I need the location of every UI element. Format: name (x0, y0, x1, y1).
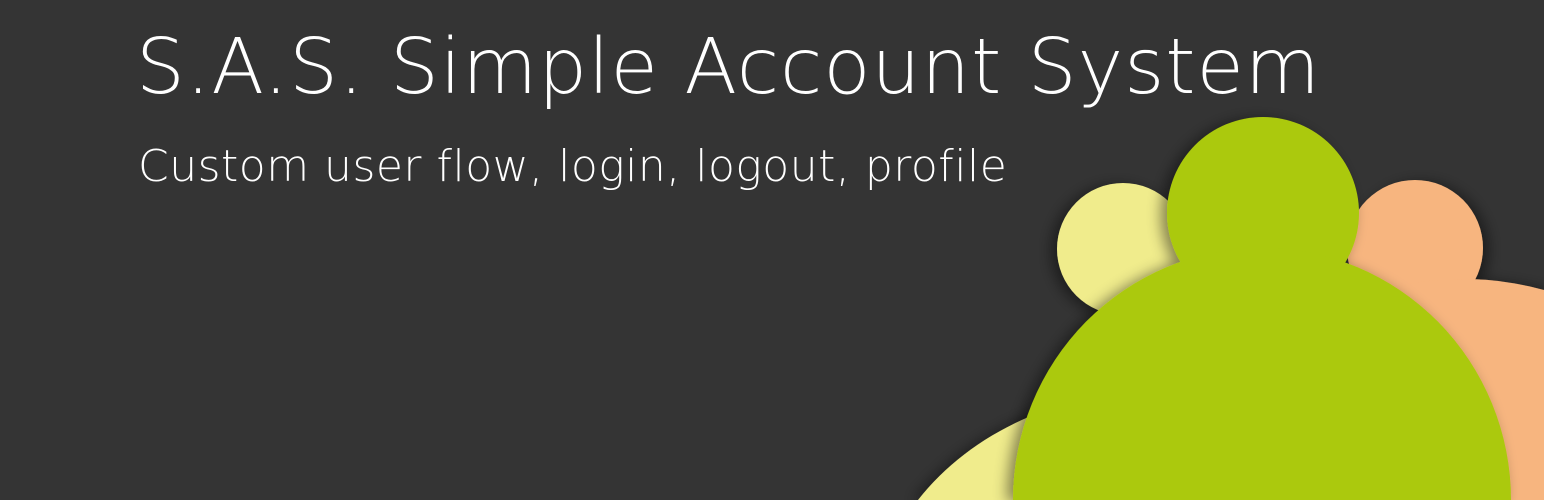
plugin-banner: S.A.S. Simple Account System Custom user… (0, 0, 1544, 500)
users-group-icon (918, 117, 1544, 500)
